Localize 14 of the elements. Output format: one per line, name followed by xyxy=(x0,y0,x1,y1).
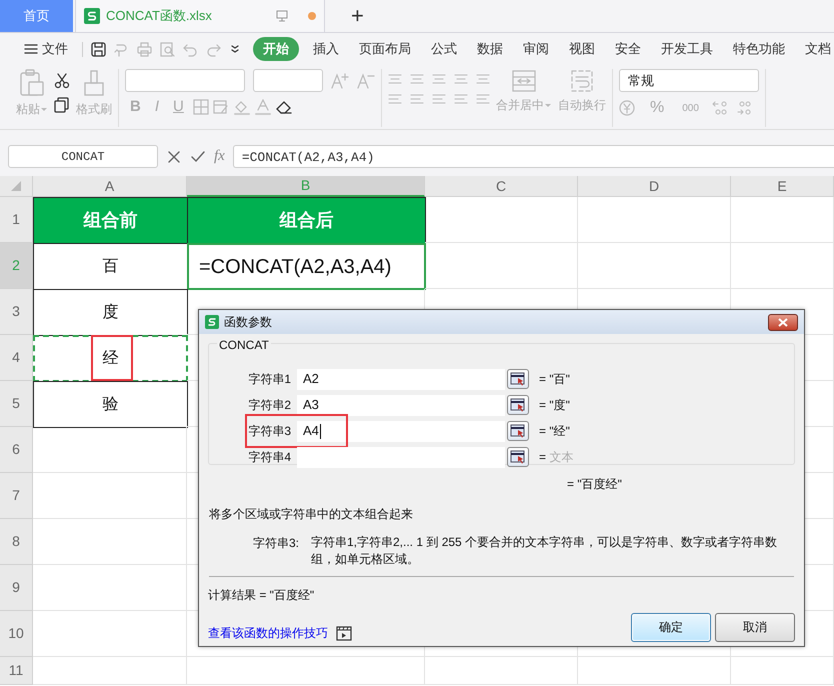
formula-result: = "百度经" xyxy=(567,476,622,493)
argument-result: = "百" xyxy=(539,371,570,388)
argument-result: = "经" xyxy=(539,423,570,440)
parameter-description: 字符串1,字符串2,... 1 到 255 个要合并的文本字符串，可以是字符串、数字或者字符串数组，如单元格区域。 xyxy=(311,534,778,568)
argument-label: 字符串3 xyxy=(247,423,292,440)
argument-result: = 文本 xyxy=(539,449,574,466)
argument-label: 字符串1 xyxy=(247,371,292,388)
argument-label: 字符串2 xyxy=(247,397,292,414)
dialog-title: 函数参数 xyxy=(224,314,272,331)
calculation-result: 计算结果 = "百度经" xyxy=(208,587,314,604)
argument-result: = "度" xyxy=(539,397,570,414)
function-description: 将多个区域或字符串中的文本组合起来 xyxy=(209,506,413,523)
argument-label: 字符串4 xyxy=(247,449,292,466)
parameter-label: 字符串3: xyxy=(253,535,300,552)
